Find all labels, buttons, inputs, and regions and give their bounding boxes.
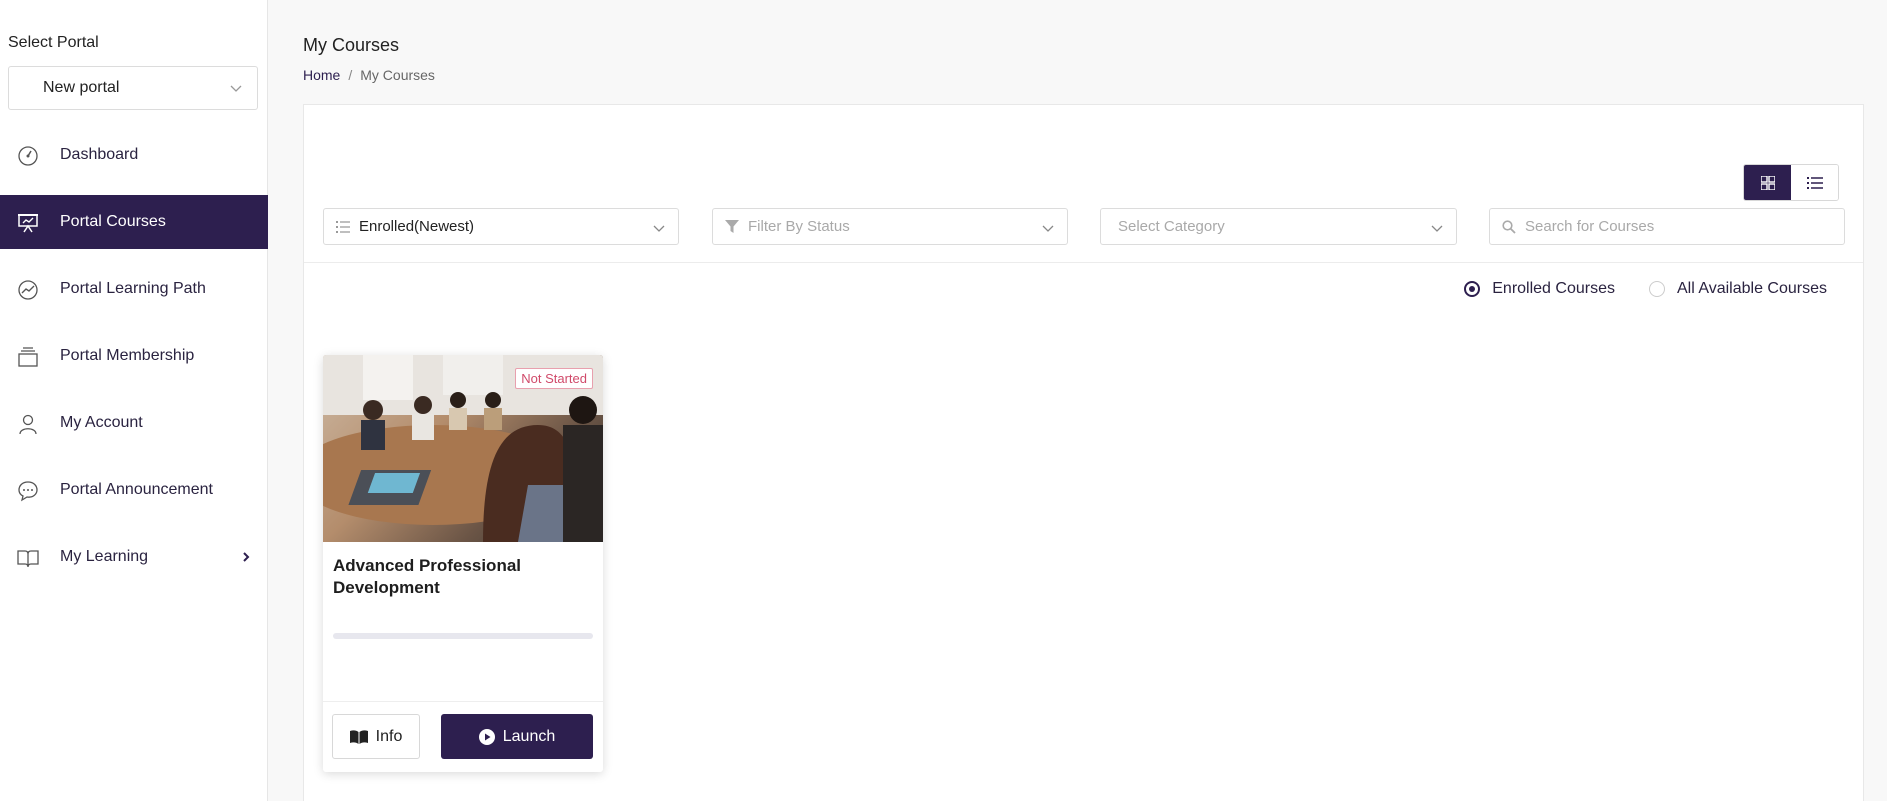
enrolled-courses-radio[interactable]: Enrolled Courses xyxy=(1464,280,1615,298)
chevron-down-icon xyxy=(1431,225,1443,232)
sidebar-item-label: Portal Learning Path xyxy=(60,280,206,297)
courses-panel: Enrolled(Newest) Filter By Status Select… xyxy=(303,104,1864,801)
sort-select-value: Enrolled(Newest) xyxy=(359,218,475,235)
chart-circle-icon xyxy=(18,280,38,300)
breadcrumb-current: My Courses xyxy=(360,67,435,83)
sidebar-item-label: Portal Membership xyxy=(60,347,195,364)
course-card: Not Started Advanced Professional Develo… xyxy=(323,355,603,772)
status-filter-select[interactable]: Filter By Status xyxy=(712,208,1068,245)
select-portal-label: Select Portal xyxy=(8,34,99,51)
open-book-icon xyxy=(349,729,368,744)
portal-select-value: New portal xyxy=(43,79,120,96)
play-circle-icon xyxy=(478,728,495,745)
chevron-down-icon xyxy=(653,225,665,232)
info-button[interactable]: Info xyxy=(332,714,420,759)
filter-icon xyxy=(725,220,739,233)
chevron-down-icon xyxy=(230,85,242,92)
sidebar-nav: Dashboard Portal Courses Portal Learning… xyxy=(0,128,268,597)
launch-button[interactable]: Launch xyxy=(441,714,593,759)
list-icon xyxy=(1806,176,1823,189)
view-toggle xyxy=(1743,164,1839,201)
all-available-courses-label: All Available Courses xyxy=(1676,280,1827,297)
sidebar-item-my-account[interactable]: My Account xyxy=(0,396,268,450)
info-button-label: Info xyxy=(375,727,403,745)
sidebar-item-portal-learning-path[interactable]: Portal Learning Path xyxy=(0,262,268,316)
page-title: My Courses xyxy=(303,35,400,55)
list-view-button[interactable] xyxy=(1791,165,1838,200)
category-select-placeholder: Select Category xyxy=(1118,218,1225,235)
search-icon xyxy=(1502,220,1516,234)
search-input-placeholder: Search for Courses xyxy=(1525,218,1655,235)
sidebar-item-portal-membership[interactable]: Portal Membership xyxy=(0,329,268,383)
course-title[interactable]: Advanced Professional Development xyxy=(333,555,593,599)
grid-icon xyxy=(1760,175,1775,190)
sidebar-item-label: Portal Announcement xyxy=(60,481,213,498)
user-icon xyxy=(19,414,37,435)
sidebar-item-label: My Account xyxy=(60,414,143,431)
gauge-icon xyxy=(18,146,38,166)
all-available-courses-radio[interactable]: All Available Courses xyxy=(1648,280,1827,298)
breadcrumb: Home / My Courses xyxy=(303,67,435,83)
grid-view-button[interactable] xyxy=(1744,165,1791,200)
category-select[interactable]: Select Category xyxy=(1100,208,1457,245)
sidebar-item-portal-announcement[interactable]: Portal Announcement xyxy=(0,463,268,517)
main-content: My Courses Home / My Courses Enrolled(Ne… xyxy=(268,0,1887,801)
portal-select[interactable]: New portal xyxy=(8,66,258,110)
sort-select[interactable]: Enrolled(Newest) xyxy=(323,208,679,245)
sidebar-item-label: Dashboard xyxy=(60,146,139,163)
launch-button-label: Launch xyxy=(502,727,556,745)
card-footer-divider xyxy=(323,701,603,702)
chevron-right-icon xyxy=(243,552,250,562)
course-progress-bar xyxy=(333,633,593,639)
radio-indicator xyxy=(1464,281,1481,297)
sidebar-item-label: Portal Courses xyxy=(60,213,166,230)
radio-indicator xyxy=(1648,281,1665,297)
status-filter-placeholder: Filter By Status xyxy=(748,218,850,235)
presentation-board-icon xyxy=(18,214,38,233)
breadcrumb-home-link[interactable]: Home xyxy=(303,67,340,83)
sidebar-item-portal-courses[interactable]: Portal Courses xyxy=(0,195,268,249)
sidebar-item-my-learning[interactable]: My Learning xyxy=(0,530,268,584)
sidebar-item-label: My Learning xyxy=(60,548,149,565)
chevron-down-icon xyxy=(1042,225,1054,232)
divider xyxy=(304,262,1863,263)
breadcrumb-separator: / xyxy=(348,67,353,83)
sidebar: Select Portal New portal Dashboard Porta… xyxy=(0,0,268,801)
enrolled-courses-label: Enrolled Courses xyxy=(1492,280,1615,297)
course-thumbnail[interactable]: Not Started xyxy=(323,355,603,542)
status-badge: Not Started xyxy=(515,368,593,389)
chat-bubble-icon xyxy=(18,481,38,502)
sidebar-item-dashboard[interactable]: Dashboard xyxy=(0,128,268,182)
open-book-icon xyxy=(17,550,39,568)
filters-row: Enrolled(Newest) Filter By Status Select… xyxy=(323,208,1845,245)
search-input[interactable]: Search for Courses xyxy=(1489,208,1845,245)
list-icon xyxy=(336,221,350,233)
layers-icon xyxy=(18,347,38,367)
course-scope-radios: Enrolled Courses All Available Courses xyxy=(1464,280,1827,298)
